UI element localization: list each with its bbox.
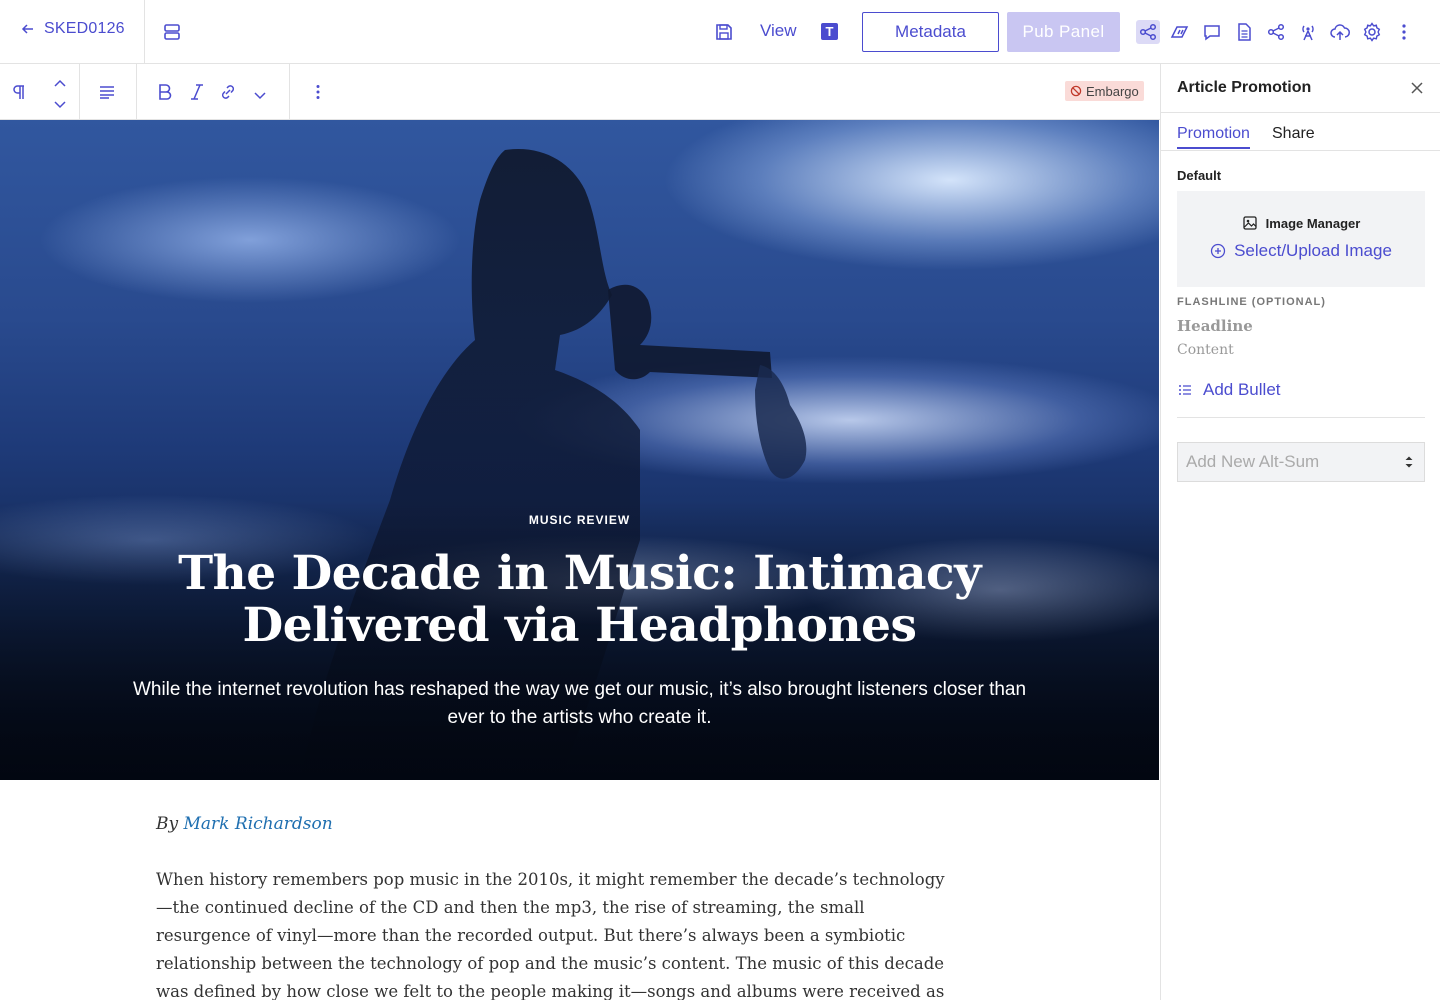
image-manager-label: Image Manager [1265,215,1361,231]
editor-toolbar: Embargo [0,64,1160,120]
embargo-label: Embargo [1086,83,1139,99]
metadata-button[interactable]: Metadata [862,12,999,52]
image-icon [1243,216,1257,230]
chevron-down-icon[interactable] [253,87,267,100]
divider [1161,112,1440,113]
analytics-icon[interactable] [1168,20,1192,44]
divider [79,64,80,120]
flashline-content-field[interactable]: Content [1177,342,1234,358]
ban-icon [1070,85,1082,97]
arrow-left-icon [21,24,33,34]
panel-title: Article Promotion [1177,79,1312,96]
select-upload-image-button[interactable]: Select/Upload Image [1177,241,1425,261]
cloud-upload-icon[interactable] [1328,20,1352,44]
link-icon[interactable] [218,82,238,102]
share-icon[interactable] [1264,20,1288,44]
tab-share[interactable]: Share [1272,125,1315,147]
t-icon[interactable]: T [821,23,838,40]
image-manager-header: Image Manager [1177,215,1425,231]
divider [136,64,137,120]
paragraph-icon[interactable] [10,83,28,101]
close-icon[interactable] [1409,80,1425,96]
article-headline[interactable]: The Decade in Music: Intimacy Delivered … [100,548,1059,652]
comment-icon[interactable] [1200,20,1224,44]
divider [1177,417,1425,418]
document-id: SKED0126 [44,20,125,37]
list-icon [1179,385,1191,395]
article-body[interactable]: When history remembers pop music in the … [156,866,956,1000]
embargo-badge[interactable]: Embargo [1065,81,1144,101]
bold-icon[interactable] [155,82,175,102]
byline-prefix: By [156,814,179,834]
back-button[interactable]: SKED0126 [20,20,125,38]
divider [144,0,145,64]
select-upload-label: Select/Upload Image [1234,241,1392,260]
more-vertical-icon[interactable] [1392,20,1416,44]
hero-image[interactable]: MUSIC REVIEW The Decade in Music: Intima… [0,120,1159,780]
article-dek[interactable]: While the internet revolution has reshap… [130,676,1029,732]
divider [1161,150,1440,151]
share-network-icon[interactable] [1136,20,1160,44]
settings-icon[interactable] [1360,20,1384,44]
document-icon[interactable] [1232,20,1256,44]
more-vertical-icon[interactable] [308,82,328,102]
divider [289,64,290,120]
sort-caret-icon [1405,456,1413,468]
add-bullet-label: Add Bullet [1203,380,1281,399]
chevron-up-icon[interactable] [53,76,67,87]
view-button[interactable]: View [760,21,797,41]
alt-sum-select[interactable]: Add New Alt-Sum [1177,442,1425,482]
add-bullet-button[interactable]: Add Bullet [1177,380,1281,400]
byline: By Mark Richardson [156,814,333,834]
flashline-headline-field[interactable]: Headline [1177,317,1253,335]
chevron-down-icon[interactable] [53,96,67,109]
save-icon[interactable] [712,20,736,44]
italic-icon[interactable] [187,82,207,102]
image-manager-box: Image Manager Select/Upload Image [1177,191,1425,287]
hero-kicker: MUSIC REVIEW [528,513,631,527]
article-promotion-panel: Article Promotion Promotion Share Defaul… [1160,64,1440,1000]
default-label: Default [1177,168,1222,183]
broadcast-icon[interactable] [1296,20,1320,44]
align-icon[interactable] [98,83,116,101]
tab-promotion[interactable]: Promotion [1177,125,1250,149]
pub-panel-button[interactable]: Pub Panel [1007,12,1120,52]
top-bar: SKED0126 View T Metadata Pub Panel [0,0,1440,64]
alt-sum-placeholder: Add New Alt-Sum [1186,452,1320,471]
layout-icon[interactable] [160,20,184,44]
plus-circle-icon [1210,243,1226,259]
author-link[interactable]: Mark Richardson [184,814,333,834]
flashline-label: FLASHLINE (OPTIONAL) [1177,296,1326,308]
